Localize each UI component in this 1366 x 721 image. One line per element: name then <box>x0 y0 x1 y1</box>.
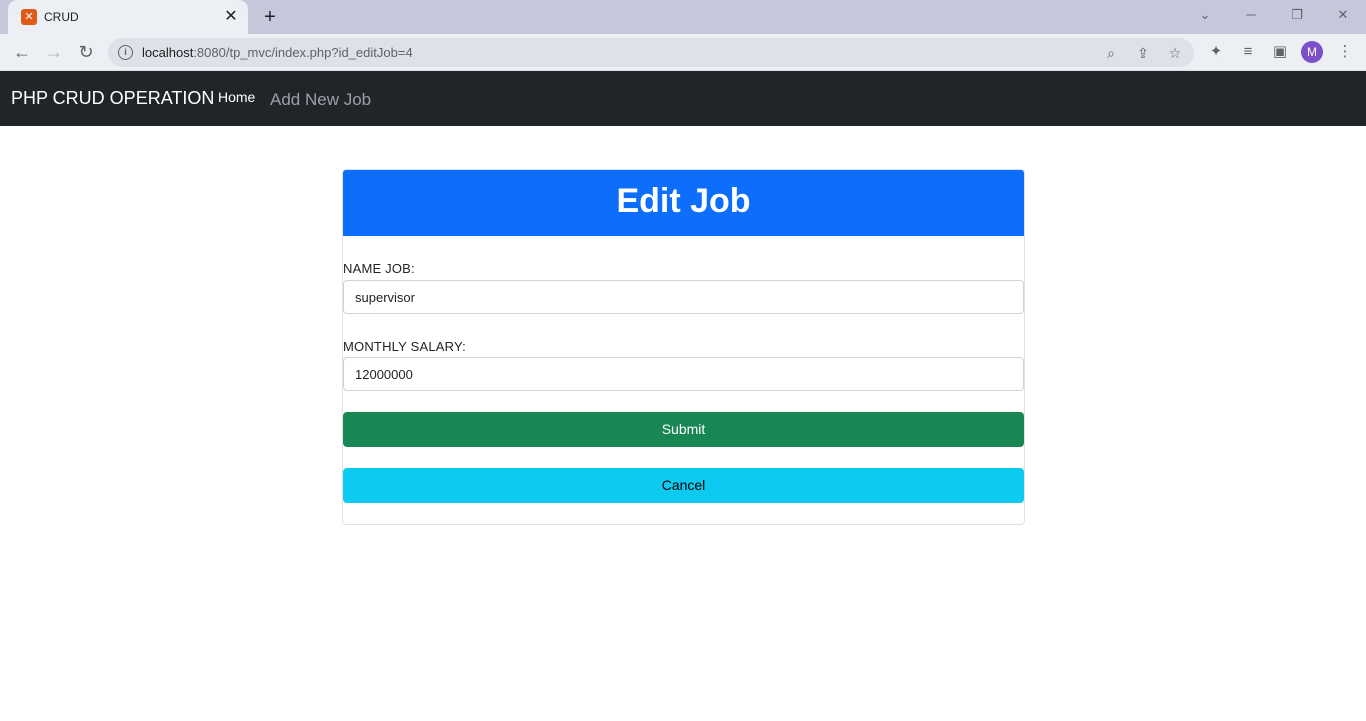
browser-toolbar: ← → ↻ i localhost:8080/tp_mvc/index.php?… <box>0 34 1366 71</box>
address-bar[interactable]: i localhost:8080/tp_mvc/index.php?id_edi… <box>108 38 1194 67</box>
card-header: Edit Job <box>343 170 1024 236</box>
close-window-icon[interactable]: ✕ <box>1330 4 1356 26</box>
new-tab-icon[interactable]: + <box>258 5 282 29</box>
navbar-brand[interactable]: PHP CRUD OPERATION <box>11 88 214 109</box>
reload-icon[interactable]: ↻ <box>74 40 98 64</box>
browser-tab-bar: ✕ CRUD ✕ + ⌄ ─ ❐ ✕ <box>0 0 1366 34</box>
tab-title: CRUD <box>44 10 79 24</box>
back-icon[interactable]: ← <box>10 40 34 64</box>
extensions-icon[interactable]: ✦ <box>1205 41 1227 63</box>
browser-tab[interactable]: ✕ CRUD ✕ <box>8 0 248 34</box>
site-info-icon[interactable]: i <box>118 45 133 60</box>
share-icon[interactable]: ⇪ <box>1133 43 1153 63</box>
nav-link-add-new-job[interactable]: Add New Job <box>270 90 371 110</box>
menu-kebab-icon[interactable]: ⋮ <box>1334 41 1356 63</box>
side-panel-icon[interactable]: ▣ <box>1269 41 1291 63</box>
zoom-icon[interactable]: ⌕ <box>1101 43 1121 63</box>
tab-search-icon[interactable]: ⌄ <box>1192 4 1218 26</box>
navbar: PHP CRUD OPERATION Home Add New Job <box>0 71 1366 126</box>
edit-job-card: Edit Job NAME JOB: MONTHLY SALARY: Submi… <box>342 169 1025 525</box>
media-control-icon[interactable]: ≡ <box>1237 41 1259 63</box>
close-tab-icon[interactable]: ✕ <box>222 8 240 26</box>
submit-button[interactable]: Submit <box>343 412 1024 447</box>
page-title: Edit Job <box>616 182 751 220</box>
xampp-icon: ✕ <box>21 9 37 25</box>
avatar[interactable]: M <box>1301 41 1323 63</box>
cancel-button[interactable]: Cancel <box>343 468 1024 503</box>
url-text[interactable]: localhost:8080/tp_mvc/index.php?id_editJ… <box>142 45 413 60</box>
monthly-salary-label: MONTHLY SALARY: <box>343 339 466 354</box>
restore-icon[interactable]: ❐ <box>1284 4 1310 26</box>
name-job-label: NAME JOB: <box>343 261 415 276</box>
monthly-salary-input[interactable] <box>343 357 1024 391</box>
forward-icon[interactable]: → <box>42 40 66 64</box>
name-job-input[interactable] <box>343 280 1024 314</box>
minimize-icon[interactable]: ─ <box>1238 4 1264 26</box>
nav-link-home[interactable]: Home <box>218 89 255 105</box>
bookmark-star-icon[interactable]: ☆ <box>1165 43 1185 63</box>
